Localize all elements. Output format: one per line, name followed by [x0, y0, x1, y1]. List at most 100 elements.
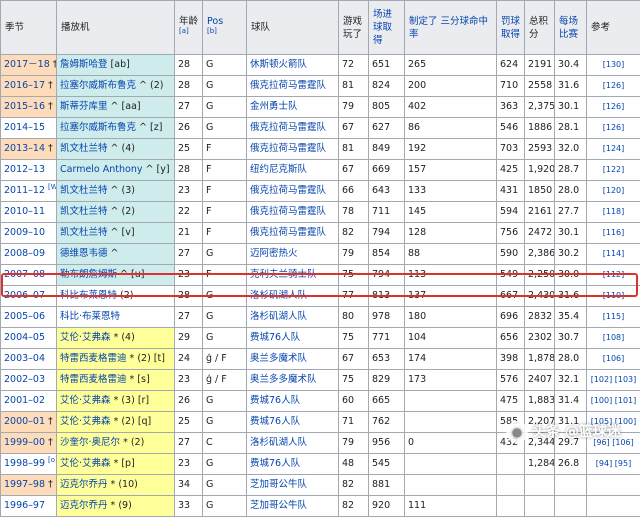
player-link[interactable]: 科比布莱恩特 [60, 290, 117, 301]
team-link[interactable]: 纽约尼克斯队 [250, 164, 307, 175]
season-link[interactable]: 1999–00 [4, 437, 45, 448]
team-link[interactable]: 俄克拉荷马雷霆队 [250, 185, 326, 196]
season-link[interactable]: 2002–03 [4, 374, 45, 385]
team-link[interactable]: 洛杉矶湖人队 [250, 290, 307, 301]
header-player[interactable]: 播放机 [57, 1, 175, 55]
season-link[interactable]: 2013–14 [4, 143, 45, 154]
ref-link[interactable]: [126] [603, 102, 625, 111]
player-link[interactable]: 特雷西麦格雷迪 [60, 353, 127, 364]
player-link[interactable]: 拉塞尔威斯布鲁克 [60, 122, 136, 133]
player-link[interactable]: 沙奎尔·奥尼尔 [60, 437, 120, 448]
team-link[interactable]: 奥兰多魔术队 [250, 353, 307, 364]
ref-link[interactable]: [130] [603, 60, 625, 69]
player-link[interactable]: 斯蒂芬库里 [60, 101, 108, 112]
team-link[interactable]: 芝加哥公牛队 [250, 500, 307, 511]
player-link[interactable]: Carmelo Anthony [60, 164, 143, 175]
team-link[interactable]: 费城76人队 [250, 395, 300, 406]
ref-link[interactable]: [122] [603, 165, 625, 174]
ref-link[interactable]: [94] [95] [596, 459, 631, 468]
season-link[interactable]: 2001–02 [4, 395, 45, 406]
player-link[interactable]: 科比·布莱恩特 [60, 311, 120, 322]
season-link[interactable]: 1996–97 [4, 500, 45, 511]
season-link[interactable]: 2000–01 [4, 416, 45, 427]
player-link[interactable]: 拉塞尔威斯布鲁克 [60, 80, 136, 91]
season-link[interactable]: 2012–13 [4, 164, 45, 175]
team-link[interactable]: 芝加哥公牛队 [250, 479, 307, 490]
season-link[interactable]: 2004–05 [4, 332, 45, 343]
team-link[interactable]: 克利夫兰骑士队 [250, 269, 317, 280]
ref-link[interactable]: [110] [603, 291, 625, 300]
team-link[interactable]: 洛杉矶湖人队 [250, 437, 307, 448]
header-references[interactable]: 参考 [587, 1, 640, 55]
player-link[interactable]: 詹姆斯哈登 [60, 59, 108, 70]
season-link[interactable]: 2014–15 [4, 122, 45, 133]
header-season[interactable]: 季节 [1, 1, 57, 55]
team-link[interactable]: 俄克拉荷马雷霆队 [250, 206, 326, 217]
header-field-goals[interactable]: 场进球取得 [369, 1, 405, 55]
team-link[interactable]: 洛杉矶湖人队 [250, 311, 307, 322]
team-link[interactable]: 费城76人队 [250, 458, 300, 469]
team-link[interactable]: 奥兰多多魔术队 [250, 374, 317, 385]
season-link[interactable]: 1997–98 [4, 479, 45, 490]
player-link[interactable]: 艾伦·艾弗森 [60, 458, 111, 469]
header-age[interactable]: 年龄[a] [175, 1, 203, 55]
player-link[interactable]: 艾伦·艾弗森 [60, 416, 111, 427]
player-link[interactable]: 艾伦·艾弗森 [60, 395, 111, 406]
team-link[interactable]: 俄克拉荷马雷霆队 [250, 122, 326, 133]
player-link[interactable]: 特雷西麦格雷迪 [60, 374, 127, 385]
header-pos[interactable]: Pos[b] [203, 1, 247, 55]
season-link[interactable]: 2007–08 [4, 269, 45, 280]
team-link[interactable]: 俄克拉荷马雷霆队 [250, 80, 326, 91]
team-link[interactable]: 金州勇士队 [250, 101, 298, 112]
age-footnote-link[interactable]: [a] [179, 26, 189, 34]
ref-link[interactable]: [126] [603, 123, 625, 132]
player-link[interactable]: 凯文杜兰特 [60, 143, 108, 154]
team-link[interactable]: 俄克拉荷马雷霆队 [250, 143, 326, 154]
ref-link[interactable]: [120] [603, 186, 625, 195]
season-link[interactable]: 2017－18 [4, 59, 50, 70]
ref-link[interactable]: [124] [603, 144, 625, 153]
ref-link[interactable]: [108] [603, 333, 625, 342]
season-link[interactable]: 2010–11 [4, 206, 45, 217]
header-three-pointers[interactable]: 制定了 三分球命中率 [405, 1, 497, 55]
season-footnote[interactable]: [o] [48, 456, 56, 464]
player-link[interactable]: 迈克尔乔丹 [60, 500, 108, 511]
player-link[interactable]: 德维恩韦德 [60, 248, 108, 259]
ref-link[interactable]: [102] [103] [591, 375, 637, 384]
ref-link[interactable]: [100] [101] [591, 396, 637, 405]
pos-footnote-link[interactable]: [b] [207, 26, 217, 34]
header-games-played[interactable]: 游戏玩了 [339, 1, 369, 55]
header-free-throws[interactable]: 罚球取得 [497, 1, 525, 55]
season-link[interactable]: 2009–10 [4, 227, 45, 238]
team-link[interactable]: 俄克拉荷马雷霆队 [250, 227, 326, 238]
player-link[interactable]: 迈克尔乔丹 [60, 479, 108, 490]
ref-link[interactable]: [118] [603, 207, 625, 216]
team-link[interactable]: 休斯顿火箭队 [250, 59, 307, 70]
header-total-points[interactable]: 总积分 [525, 1, 555, 55]
player-link[interactable]: 勒布朗詹姆斯 [60, 269, 117, 280]
season-link[interactable]: 2006–07 [4, 290, 45, 301]
season-link[interactable]: 1998–99 [4, 458, 45, 469]
season-link[interactable]: 2008–09 [4, 248, 45, 259]
ref-link[interactable]: [115] [603, 312, 625, 321]
season-link[interactable]: 2016–17 [4, 80, 45, 91]
header-team[interactable]: 球队 [247, 1, 339, 55]
season-link[interactable]: 2005–06 [4, 311, 45, 322]
ref-link[interactable]: [126] [603, 81, 625, 90]
team-link[interactable]: 迈阿密热火 [250, 248, 298, 259]
player-link[interactable]: 凯文杜兰特 [60, 227, 108, 238]
season-link[interactable]: 2015–16 [4, 101, 45, 112]
season-link[interactable]: 2011–12 [4, 185, 45, 196]
ref-link[interactable]: [116] [603, 228, 625, 237]
header-points-per-game[interactable]: 每场比赛 [555, 1, 587, 55]
season-footnote[interactable]: [W] [48, 183, 56, 191]
team-link[interactable]: 费城76人队 [250, 416, 300, 427]
player-link[interactable]: 艾伦·艾弗森 [60, 332, 111, 343]
player-link[interactable]: 凯文杜兰特 [60, 185, 108, 196]
player-link[interactable]: 凯文杜兰特 [60, 206, 108, 217]
team-link[interactable]: 费城76人队 [250, 332, 300, 343]
season-link[interactable]: 2003–04 [4, 353, 45, 364]
ref-link[interactable]: [106] [603, 354, 625, 363]
ref-link[interactable]: [112] [603, 270, 625, 279]
ref-link[interactable]: [114] [603, 249, 625, 258]
